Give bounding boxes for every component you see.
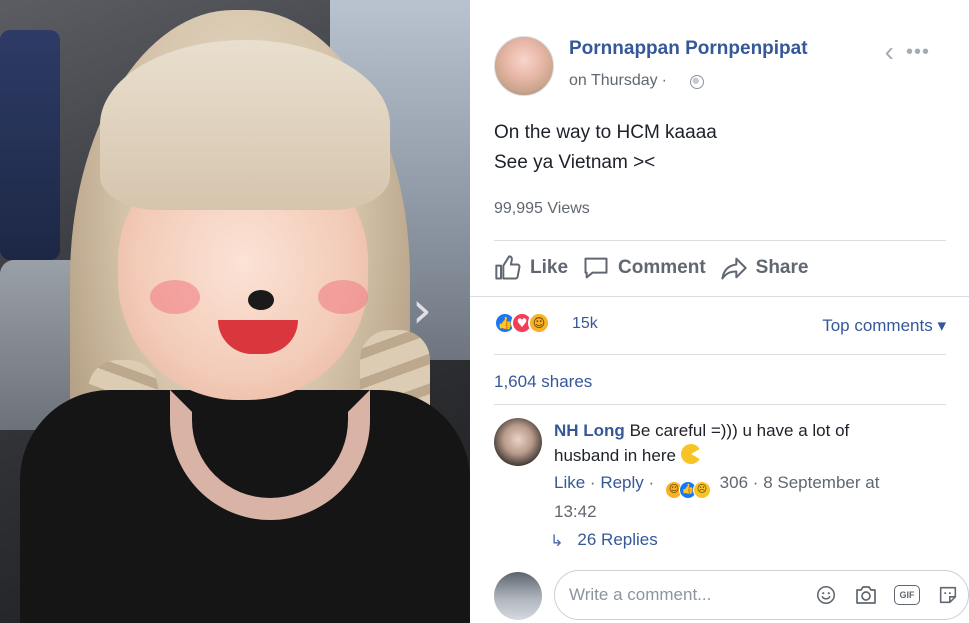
reaction-count[interactable]: 15k	[572, 315, 598, 333]
post-meta: on Thursday ·	[569, 72, 671, 90]
view-replies-link[interactable]: ↳ 26 Replies	[550, 530, 658, 550]
comment-meta: Like · Reply · ☺ 👍 ☹ 306 · 8 September a…	[554, 470, 894, 524]
chevron-left-icon[interactable]: ‹	[885, 38, 894, 66]
comment-like-link[interactable]: Like	[554, 473, 585, 492]
comment-reaction-count: 306	[719, 473, 749, 492]
divider	[494, 354, 946, 355]
comment-box[interactable]: GIF	[554, 570, 969, 620]
composer-icons: GIF	[814, 583, 960, 607]
like-label: Like	[530, 257, 569, 278]
comment-composer: GIF	[494, 570, 969, 623]
cheek-left	[150, 280, 200, 314]
commenter-name[interactable]: NH Long	[554, 421, 625, 440]
divider	[494, 404, 946, 405]
author-name[interactable]: Pornnappan Pornpenpipat	[569, 38, 808, 60]
next-photo-icon[interactable]: ›	[412, 285, 456, 336]
view-count: 99,995 Views	[494, 200, 590, 217]
like-button[interactable]: Like	[494, 254, 568, 282]
globe-icon	[690, 75, 704, 89]
post-photo[interactable]: ›	[0, 0, 470, 623]
haha-reaction-icon: ☺	[528, 312, 550, 334]
post-header: Pornnappan Pornpenpipat on Thursday · ‹ •…	[494, 30, 946, 100]
share-arrow-icon	[720, 257, 747, 280]
cat-nose	[248, 290, 274, 310]
emoji-icon[interactable]	[814, 583, 838, 607]
meta-separator: ·	[589, 473, 596, 492]
divider	[494, 240, 946, 241]
meta-separator: ·	[752, 473, 759, 492]
camera-icon[interactable]	[854, 583, 878, 607]
comment-reaction-icons[interactable]: ☺ 👍 ☹	[664, 480, 711, 499]
comment-input[interactable]	[569, 585, 789, 605]
current-user-avatar	[494, 572, 542, 620]
shares-count[interactable]: 1,604 shares	[494, 372, 592, 392]
thumbs-up-icon	[495, 255, 521, 280]
post-side-panel: Pornnappan Pornpenpipat on Thursday · ‹ •…	[470, 0, 969, 623]
share-label: Share	[755, 257, 809, 278]
reply-arrow-icon: ↳	[550, 530, 564, 550]
post-time[interactable]: on Thursday	[569, 72, 658, 89]
top-comments-dropdown[interactable]: Top comments ▾	[822, 316, 946, 336]
comment-label: Comment	[618, 257, 706, 278]
meta-separator: ·	[648, 473, 655, 492]
post-text: On the way to HCM kaaaa See ya Vietnam >…	[494, 118, 717, 178]
commenter-avatar[interactable]	[494, 418, 542, 466]
author-avatar[interactable]	[494, 36, 554, 96]
more-options-icon[interactable]: •••	[906, 38, 930, 66]
sticker-icon[interactable]	[936, 583, 960, 607]
comment-reply-link[interactable]: Reply	[600, 473, 643, 492]
reactions-summary: 👍 ♥ ☺ 15k Top comments ▾	[494, 312, 946, 340]
reaction-icons[interactable]: 👍 ♥ ☺	[494, 312, 550, 334]
sad-reaction-icon: ☹	[692, 480, 711, 499]
header-actions: ‹ •••	[885, 38, 930, 66]
divider	[470, 296, 969, 297]
comment-item: NH Long Be careful =))) u have a lot of …	[494, 418, 946, 521]
post-text-line: See ya Vietnam ><	[494, 152, 656, 173]
post-text-line: On the way to HCM kaaaa	[494, 122, 717, 143]
comment-button[interactable]: Comment	[582, 254, 706, 282]
gif-icon[interactable]: GIF	[894, 585, 920, 605]
cheek-right	[318, 280, 368, 314]
meta-separator: ·	[661, 72, 667, 89]
replies-label: 26 Replies	[577, 530, 658, 549]
background-person	[0, 30, 60, 260]
bangs	[100, 40, 390, 210]
share-button[interactable]: Share	[720, 254, 809, 282]
pacman-emoji-icon	[680, 444, 701, 464]
comment-body: NH Long Be careful =))) u have a lot of …	[554, 418, 894, 468]
post-actions: Like Comment Share	[494, 250, 808, 286]
comment-bubble-icon	[584, 257, 608, 279]
